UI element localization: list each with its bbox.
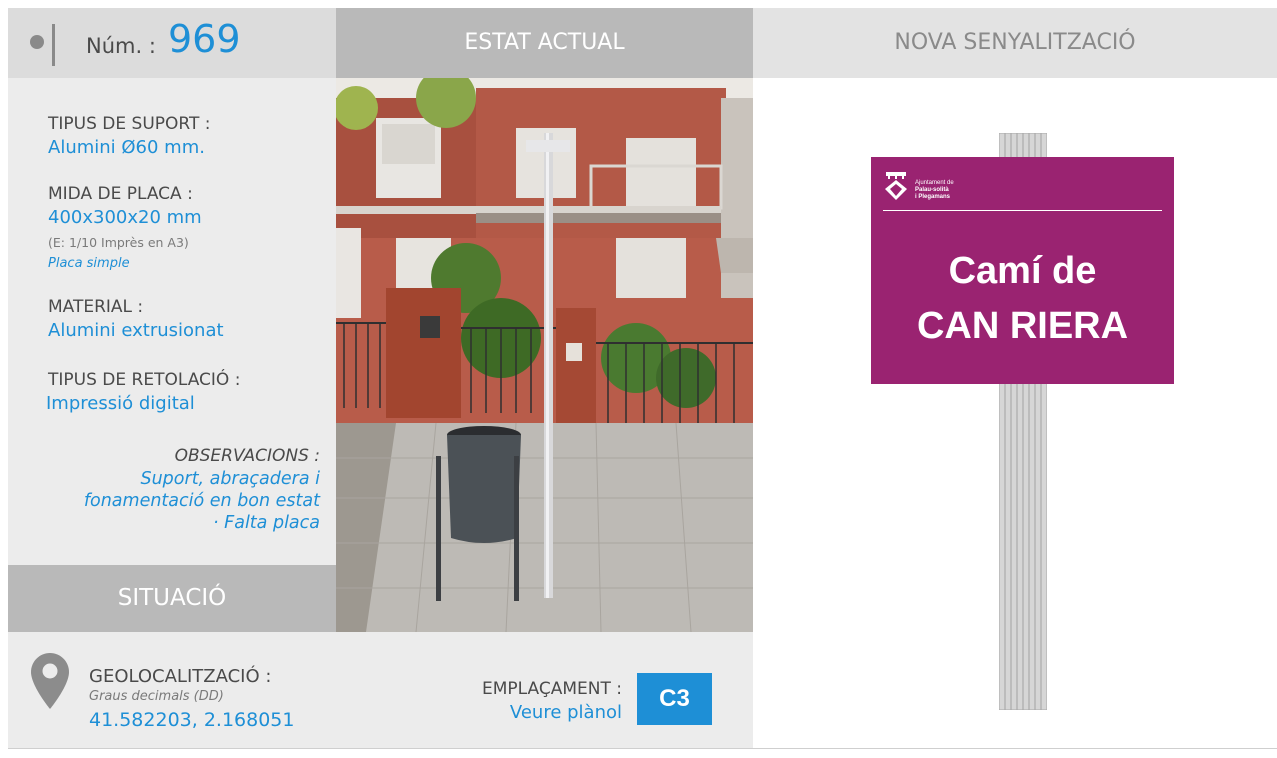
material-value: Alumini extrusionat — [48, 320, 224, 341]
retolacio-label: TIPUS DE RETOLACIÓ : — [48, 370, 241, 390]
geolocalitzacio-label: GEOLOCALITZACIÓ : — [89, 666, 272, 687]
sign-text-line-1: Camí de — [948, 250, 1097, 292]
logo-text-line-2: Palau-solità — [915, 187, 949, 193]
placa-value: 400x300x20 mm — [48, 207, 202, 228]
bullet-icon — [30, 35, 44, 49]
logo-text-line-3: i Plegamans — [915, 194, 951, 200]
geolocalitzacio-value: 41.582203, 2.168051 — [89, 709, 295, 731]
placa-scale: (E: 1/10 Imprès en A3) — [48, 235, 189, 250]
material-label: MATERIAL : — [48, 297, 144, 317]
number-label: Núm. : — [86, 34, 156, 58]
municipal-logo-icon — [885, 172, 907, 200]
estat-actual-header: ESTAT ACTUAL — [336, 8, 753, 78]
sign-divider — [883, 210, 1162, 211]
situacio-header: SITUACIÓ — [8, 565, 336, 632]
nova-senyalitzacio-header: NOVA SENYALITZACIÓ — [753, 8, 1277, 78]
number-value: 969 — [168, 17, 241, 61]
emplacament-label: EMPLAÇAMENT : — [482, 679, 622, 699]
geolocalitzacio-note: Graus decimals (DD) — [89, 689, 224, 704]
map-pin-icon — [31, 653, 69, 709]
nova-senyalitzacio-title: NOVA SENYALITZACIÓ — [894, 30, 1136, 55]
observacions-label: OBSERVACIONS : — [174, 446, 320, 466]
suport-value: Alumini Ø60 mm. — [48, 137, 205, 158]
retolacio-value: Impressió digital — [46, 393, 195, 414]
current-state-photo — [336, 78, 753, 632]
logo-text-line-1: Ajuntament de — [915, 180, 954, 186]
placa-label: MIDA DE PLACA : — [48, 184, 193, 204]
sign-text-line-2: CAN RIERA — [916, 305, 1129, 347]
suport-label: TIPUS DE SUPORT : — [48, 114, 211, 134]
veure-planol-link[interactable]: Veure plànol — [432, 702, 622, 723]
emplacament-code-badge: C3 — [637, 673, 712, 725]
estat-actual-title: ESTAT ACTUAL — [464, 30, 625, 55]
situacio-title: SITUACIÓ — [117, 585, 227, 611]
bottom-rule — [8, 748, 1277, 749]
observacions-line-2: fonamentació en bon estat — [83, 491, 320, 511]
placa-type: Placa simple — [48, 256, 130, 271]
observacions-line-1: Suport, abraçadera i — [140, 469, 320, 489]
observacions-line-3: · Falta placa — [213, 513, 320, 533]
header-divider — [52, 24, 55, 66]
